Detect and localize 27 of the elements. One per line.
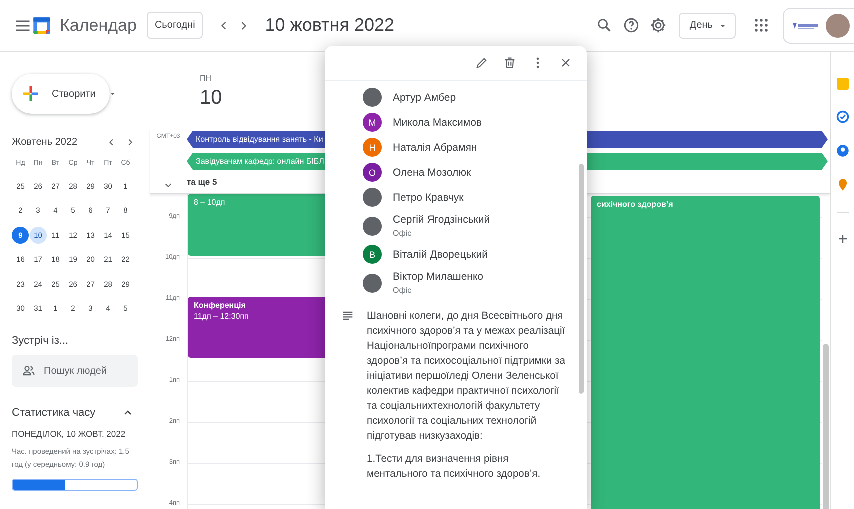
event-time: 11дп – 12:30пп xyxy=(194,312,249,321)
event-time: 8 – 10дп xyxy=(194,198,226,207)
date-title: 10 жовтня 2022 xyxy=(265,15,395,36)
guest-name: Петро Кравчук xyxy=(393,192,464,204)
guest-name: Віктор Милашенко xyxy=(393,271,484,283)
guest-note: Офіс xyxy=(393,229,413,238)
avatar: О xyxy=(363,163,382,182)
weekday-label: ПН xyxy=(200,74,213,83)
section-title: Статистика часу xyxy=(12,406,96,421)
guest-name: Артур Амбер xyxy=(393,92,456,104)
description-text: 1.Тести для визначення рівня ментального та психічного здоров’я. xyxy=(367,453,542,482)
guest-name: Олена Мозолюк xyxy=(393,166,472,178)
month-title: Жовтень 2022 xyxy=(12,136,79,148)
insights-date: ПОНЕДІЛОК, 10 ЖОВТ. 2022 xyxy=(12,428,127,441)
avatar: В xyxy=(363,245,382,264)
app-name: Календар xyxy=(60,16,137,36)
avatar: М xyxy=(363,113,382,132)
event-title: сихічного здоров’я xyxy=(597,199,674,210)
guest-note: Офіс xyxy=(393,286,413,295)
event-title: Конференція xyxy=(194,300,247,311)
guest-name: Сергій Ягодзінський xyxy=(393,214,490,226)
description-text: Шановні колеги, до дня Всесвітнього дня психічного здоров’я та у межах реалізації Національноїпрограми психічного здоров’я та психосоціальної підтримки за ініціативи першоїледі Олени Зеленської колектив кафедри практичної психології та соціальнихтехнологій факультету психології та соціальних технологій підготував низкузаходів: xyxy=(367,310,566,444)
avatar: Н xyxy=(363,138,382,157)
section-title: Зустріч із... xyxy=(12,334,70,349)
guest-name: Микола Максимов xyxy=(393,116,482,128)
guest-name: Наталія Абрамян xyxy=(393,142,478,154)
guest-name: Віталій Дворецький xyxy=(393,248,488,260)
